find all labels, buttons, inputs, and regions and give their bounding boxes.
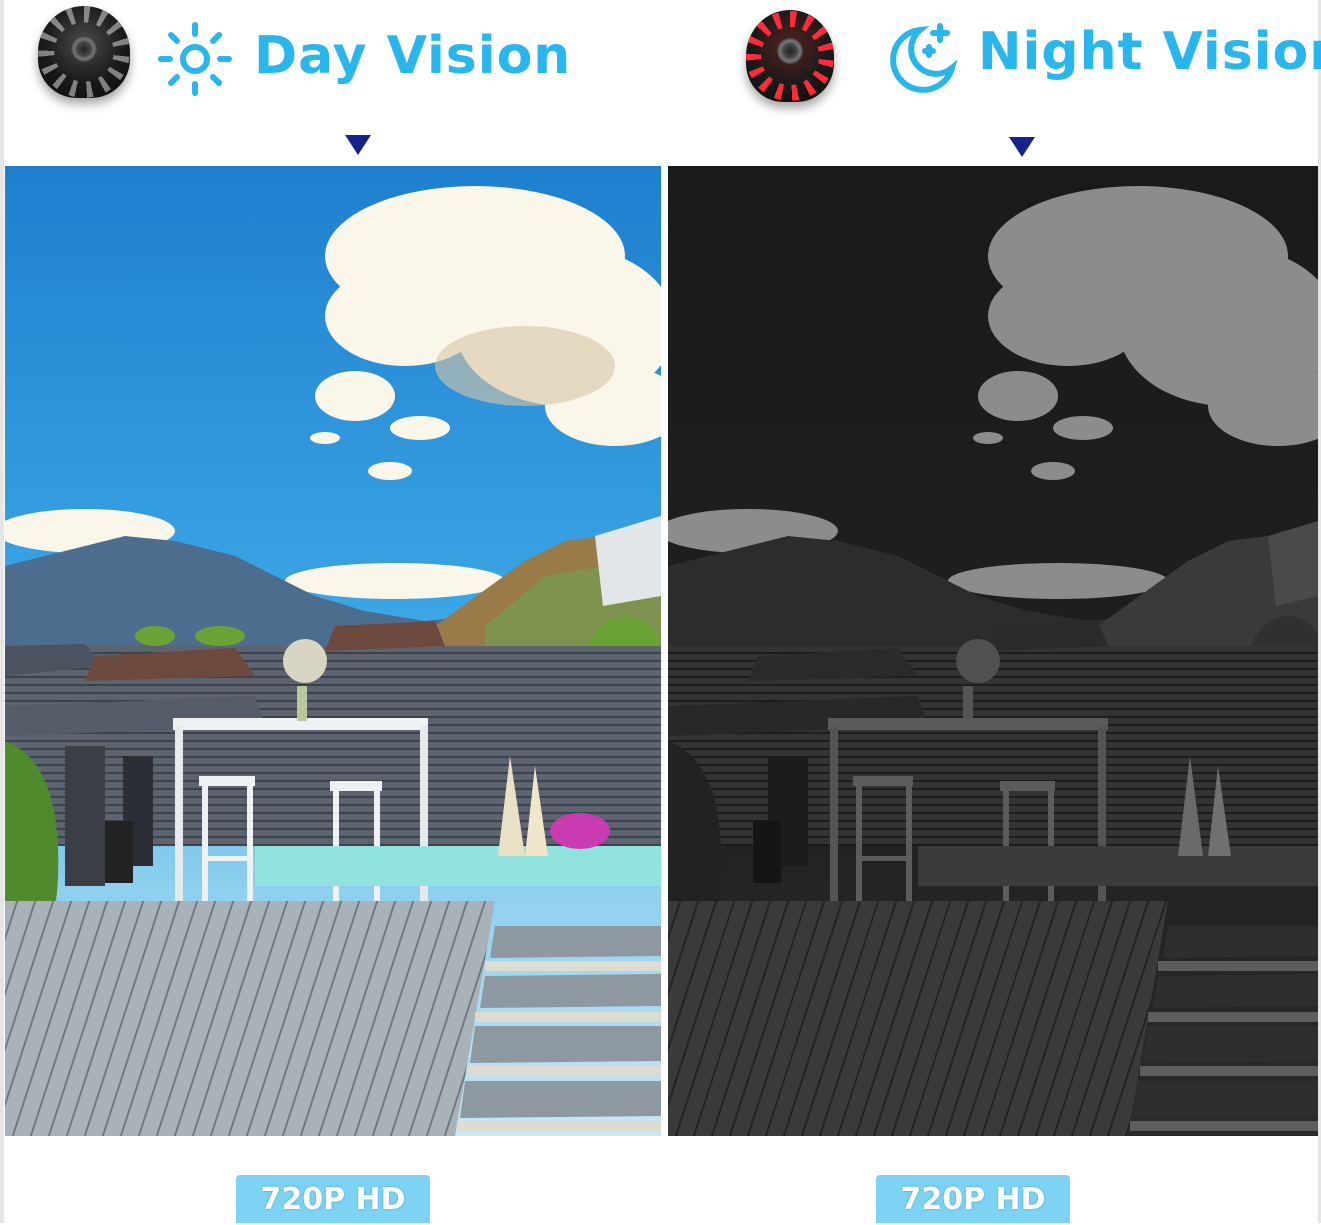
night-vision-header: Night Vision (664, 0, 1321, 160)
night-resolution-badge: 720P HD (876, 1175, 1070, 1223)
day-resolution-badge: 720P HD (236, 1175, 430, 1223)
sun-icon (158, 22, 232, 96)
day-pointer-marker (345, 135, 371, 155)
day-vision-title: Day Vision (254, 26, 572, 86)
night-vision-photo (668, 166, 1318, 1136)
moon-icon (890, 23, 958, 93)
night-vision-title: Night Vision (978, 22, 1321, 82)
night-dome-camera-icon (746, 10, 834, 102)
left-frame-line (0, 0, 4, 1223)
day-dome-camera-icon (38, 6, 130, 98)
night-pointer-marker (1009, 137, 1035, 157)
day-vision-header: Day Vision (0, 0, 660, 160)
day-vision-photo (5, 166, 661, 1136)
